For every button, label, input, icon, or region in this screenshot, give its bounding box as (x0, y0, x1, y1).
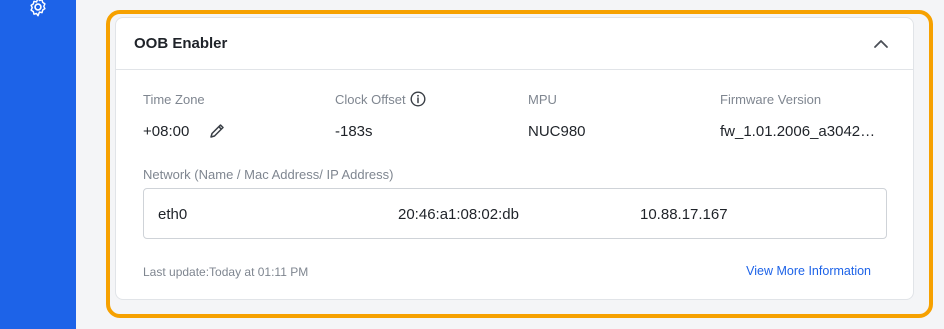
network-ip: 10.88.17.167 (640, 206, 728, 223)
firmware-version-label: Firmware Version (720, 92, 822, 107)
oob-enabler-card: OOB Enabler Time Zone Clock Offset MPU F… (115, 17, 914, 300)
info-icon[interactable] (410, 91, 426, 107)
pencil-icon[interactable] (208, 122, 226, 140)
last-update-text: Last update:Today at 01:11 PM (143, 265, 309, 279)
card-title: OOB Enabler (134, 35, 228, 52)
network-mac: 20:46:a1:08:02:db (398, 206, 519, 223)
mpu-label: MPU (528, 92, 557, 107)
sidebar (0, 0, 76, 329)
clock-offset-value: -183s (335, 123, 373, 140)
clock-offset-label: Clock Offset (335, 92, 406, 107)
timezone-value: +08:00 (143, 123, 190, 140)
network-name: eth0 (158, 206, 188, 223)
mpu-value: NUC980 (528, 123, 586, 140)
network-row: eth0 20:46:a1:08:02:db 10.88.17.167 (143, 188, 887, 239)
card-header: OOB Enabler (116, 18, 913, 70)
view-more-link[interactable]: View More Information (746, 264, 871, 278)
timezone-label: Time Zone (143, 92, 205, 107)
gear-icon[interactable] (27, 0, 49, 18)
network-label: Network (Name / Mac Address/ IP Address) (143, 167, 394, 182)
firmware-version-value: fw_1.01.2006_a3042… (720, 123, 876, 140)
chevron-up-icon[interactable] (873, 37, 889, 51)
